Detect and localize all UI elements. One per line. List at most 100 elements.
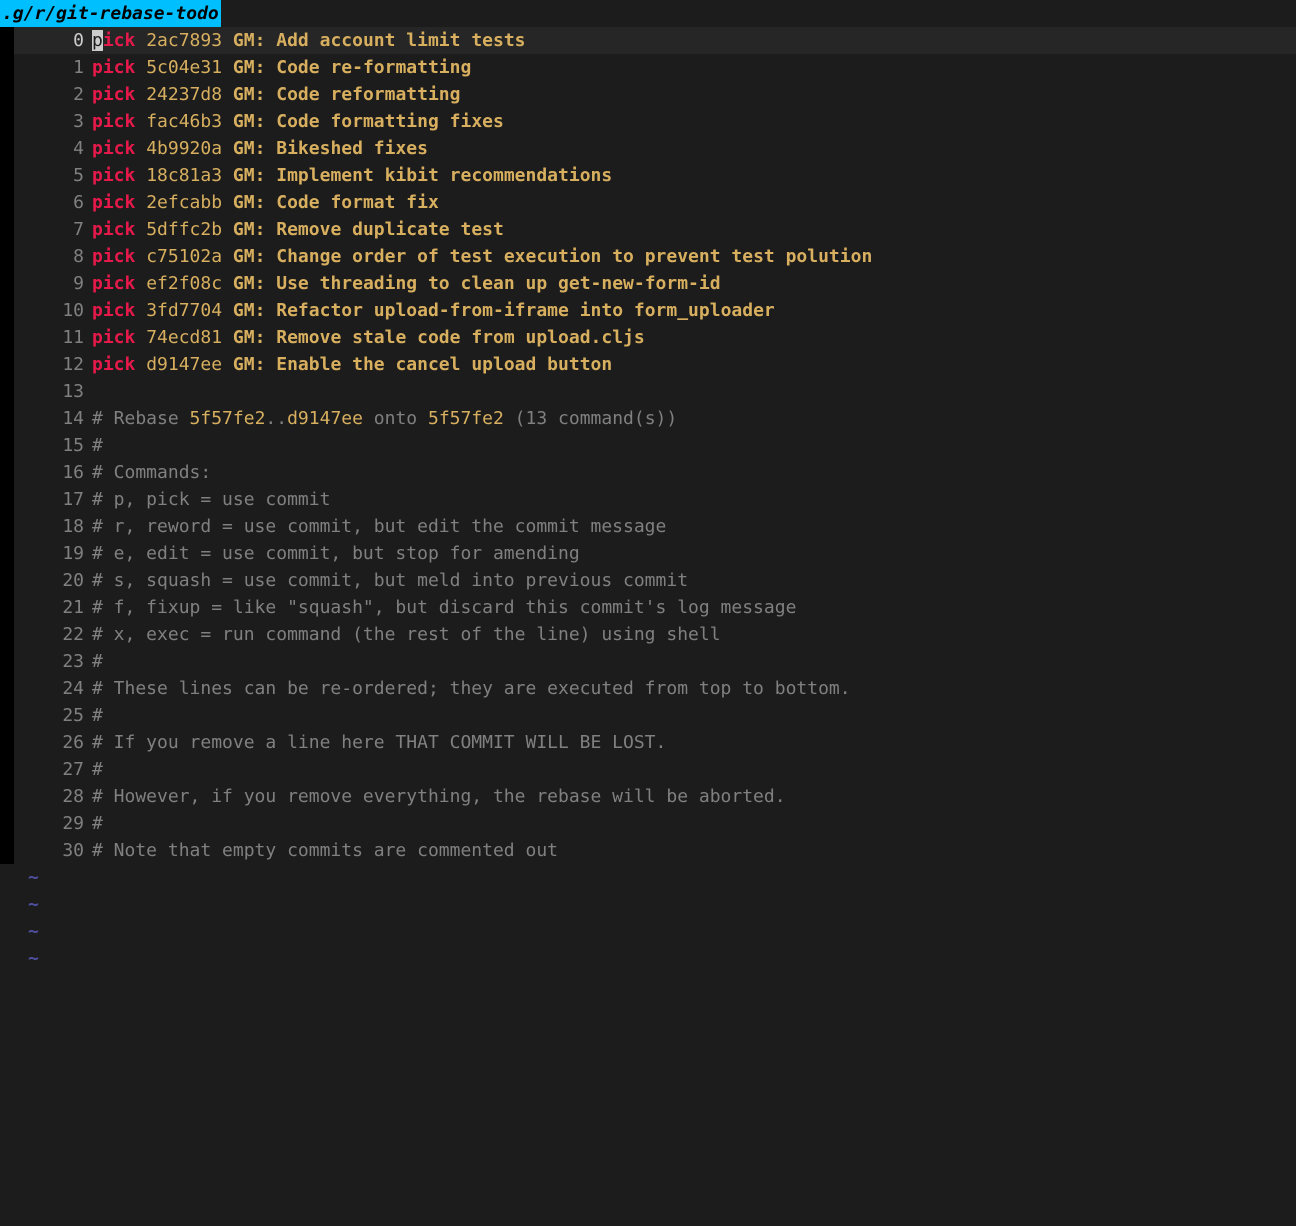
- line-content[interactable]: pick d9147ee GM: Enable the cancel uploa…: [92, 351, 612, 378]
- editor-line[interactable]: 1pick 5c04e31 GM: Code re-formatting: [0, 54, 1296, 81]
- gutter: [0, 351, 14, 378]
- editor-line[interactable]: 6pick 2efcabb GM: Code format fix: [0, 189, 1296, 216]
- line-number: 14: [14, 405, 92, 432]
- line-number: 1: [14, 54, 92, 81]
- editor-line[interactable]: 3pick fac46b3 GM: Code formatting fixes: [0, 108, 1296, 135]
- editor-line[interactable]: 8pick c75102a GM: Change order of test e…: [0, 243, 1296, 270]
- line-content[interactable]: # However, if you remove everything, the…: [92, 783, 786, 810]
- commit-message: GM: Code re-formatting: [233, 57, 471, 78]
- line-content[interactable]: # f, fixup = like "squash", but discard …: [92, 594, 796, 621]
- gutter: [0, 54, 14, 81]
- line-number: 3: [14, 108, 92, 135]
- line-number: 5: [14, 162, 92, 189]
- line-number: 0: [14, 27, 92, 54]
- editor-line[interactable]: 10pick 3fd7704 GM: Refactor upload-from-…: [0, 297, 1296, 324]
- editor-line[interactable]: 29#: [0, 810, 1296, 837]
- line-content[interactable]: # e, edit = use commit, but stop for ame…: [92, 540, 580, 567]
- line-content[interactable]: #: [92, 702, 103, 729]
- editor-line[interactable]: 14# Rebase 5f57fe2..d9147ee onto 5f57fe2…: [0, 405, 1296, 432]
- line-content[interactable]: pick 4b9920a GM: Bikeshed fixes: [92, 135, 428, 162]
- empty-line-tilde: ~: [0, 864, 1296, 891]
- line-content[interactable]: pick fac46b3 GM: Code formatting fixes: [92, 108, 504, 135]
- commit-message: GM: Use threading to clean up get-new-fo…: [233, 273, 721, 294]
- line-number: 19: [14, 540, 92, 567]
- editor-line[interactable]: 2pick 24237d8 GM: Code reformatting: [0, 81, 1296, 108]
- comment-text: #: [92, 759, 103, 780]
- commit-hash: 4b9920a: [146, 138, 222, 159]
- comment-text: # If you remove a line here THAT COMMIT …: [92, 732, 666, 753]
- gutter: [0, 594, 14, 621]
- line-content[interactable]: #: [92, 648, 103, 675]
- editor-line[interactable]: 18# r, reword = use commit, but edit the…: [0, 513, 1296, 540]
- rebase-action: pick: [92, 192, 135, 213]
- editor-viewport[interactable]: 0pick 2ac7893 GM: Add account limit test…: [0, 27, 1296, 972]
- line-number: 16: [14, 459, 92, 486]
- line-content[interactable]: pick 2efcabb GM: Code format fix: [92, 189, 439, 216]
- line-content[interactable]: # These lines can be re-ordered; they ar…: [92, 675, 851, 702]
- line-content[interactable]: pick 18c81a3 GM: Implement kibit recomme…: [92, 162, 612, 189]
- editor-line[interactable]: 16# Commands:: [0, 459, 1296, 486]
- line-number: 30: [14, 837, 92, 864]
- editor-line[interactable]: 11pick 74ecd81 GM: Remove stale code fro…: [0, 324, 1296, 351]
- editor-line[interactable]: 22# x, exec = run command (the rest of t…: [0, 621, 1296, 648]
- editor-line[interactable]: 19# e, edit = use commit, but stop for a…: [0, 540, 1296, 567]
- line-content[interactable]: #: [92, 810, 103, 837]
- line-content[interactable]: # x, exec = run command (the rest of the…: [92, 621, 721, 648]
- gutter: [0, 108, 14, 135]
- line-number: 15: [14, 432, 92, 459]
- line-content[interactable]: # Commands:: [92, 459, 211, 486]
- editor-line[interactable]: 23#: [0, 648, 1296, 675]
- commit-hash: ef2f08c: [146, 273, 222, 294]
- commit-message: GM: Remove stale code from upload.cljs: [233, 327, 645, 348]
- line-content[interactable]: pick ef2f08c GM: Use threading to clean …: [92, 270, 721, 297]
- editor-line[interactable]: 15#: [0, 432, 1296, 459]
- line-content[interactable]: pick 74ecd81 GM: Remove stale code from …: [92, 324, 645, 351]
- line-content[interactable]: # p, pick = use commit: [92, 486, 330, 513]
- editor-line[interactable]: 26# If you remove a line here THAT COMMI…: [0, 729, 1296, 756]
- line-content[interactable]: pick c75102a GM: Change order of test ex…: [92, 243, 872, 270]
- editor-line[interactable]: 13: [0, 378, 1296, 405]
- gutter: [0, 189, 14, 216]
- editor-line[interactable]: 28# However, if you remove everything, t…: [0, 783, 1296, 810]
- line-content[interactable]: pick 2ac7893 GM: Add account limit tests: [92, 27, 526, 54]
- rebase-action: pick: [92, 354, 135, 375]
- editor-line[interactable]: 12pick d9147ee GM: Enable the cancel upl…: [0, 351, 1296, 378]
- line-number: 9: [14, 270, 92, 297]
- empty-line-tilde: ~: [0, 918, 1296, 945]
- commit-hash: c75102a: [146, 246, 222, 267]
- editor-line[interactable]: 9pick ef2f08c GM: Use threading to clean…: [0, 270, 1296, 297]
- line-content[interactable]: # r, reword = use commit, but edit the c…: [92, 513, 666, 540]
- line-number: 29: [14, 810, 92, 837]
- line-content[interactable]: # Rebase 5f57fe2..d9147ee onto 5f57fe2 (…: [92, 405, 677, 432]
- editor-line[interactable]: 24# These lines can be re-ordered; they …: [0, 675, 1296, 702]
- editor-line[interactable]: 5pick 18c81a3 GM: Implement kibit recomm…: [0, 162, 1296, 189]
- line-number: 22: [14, 621, 92, 648]
- line-content[interactable]: #: [92, 432, 103, 459]
- line-content[interactable]: pick 24237d8 GM: Code reformatting: [92, 81, 460, 108]
- editor-line[interactable]: 0pick 2ac7893 GM: Add account limit test…: [0, 27, 1296, 54]
- editor-line[interactable]: 21# f, fixup = like "squash", but discar…: [0, 594, 1296, 621]
- gutter: [0, 378, 14, 405]
- editor-line[interactable]: 7pick 5dffc2b GM: Remove duplicate test: [0, 216, 1296, 243]
- comment-text: # s, squash = use commit, but meld into …: [92, 570, 688, 591]
- editor-line[interactable]: 27#: [0, 756, 1296, 783]
- line-content[interactable]: #: [92, 756, 103, 783]
- editor-line[interactable]: 25#: [0, 702, 1296, 729]
- line-content[interactable]: pick 5dffc2b GM: Remove duplicate test: [92, 216, 504, 243]
- comment-text: #: [92, 813, 103, 834]
- empty-line-tilde: ~: [0, 945, 1296, 972]
- line-number: 20: [14, 567, 92, 594]
- line-content[interactable]: # If you remove a line here THAT COMMIT …: [92, 729, 666, 756]
- commit-message: GM: Remove duplicate test: [233, 219, 504, 240]
- editor-line[interactable]: 30# Note that empty commits are commente…: [0, 837, 1296, 864]
- rebase-action: pick: [92, 138, 135, 159]
- line-content[interactable]: pick 5c04e31 GM: Code re-formatting: [92, 54, 471, 81]
- line-content[interactable]: pick 3fd7704 GM: Refactor upload-from-if…: [92, 297, 775, 324]
- editor-line[interactable]: 17# p, pick = use commit: [0, 486, 1296, 513]
- line-content[interactable]: # Note that empty commits are commented …: [92, 837, 558, 864]
- line-content[interactable]: # s, squash = use commit, but meld into …: [92, 567, 688, 594]
- gutter: [0, 162, 14, 189]
- editor-line[interactable]: 20# s, squash = use commit, but meld int…: [0, 567, 1296, 594]
- editor-line[interactable]: 4pick 4b9920a GM: Bikeshed fixes: [0, 135, 1296, 162]
- comment-text: # r, reword = use commit, but edit the c…: [92, 516, 666, 537]
